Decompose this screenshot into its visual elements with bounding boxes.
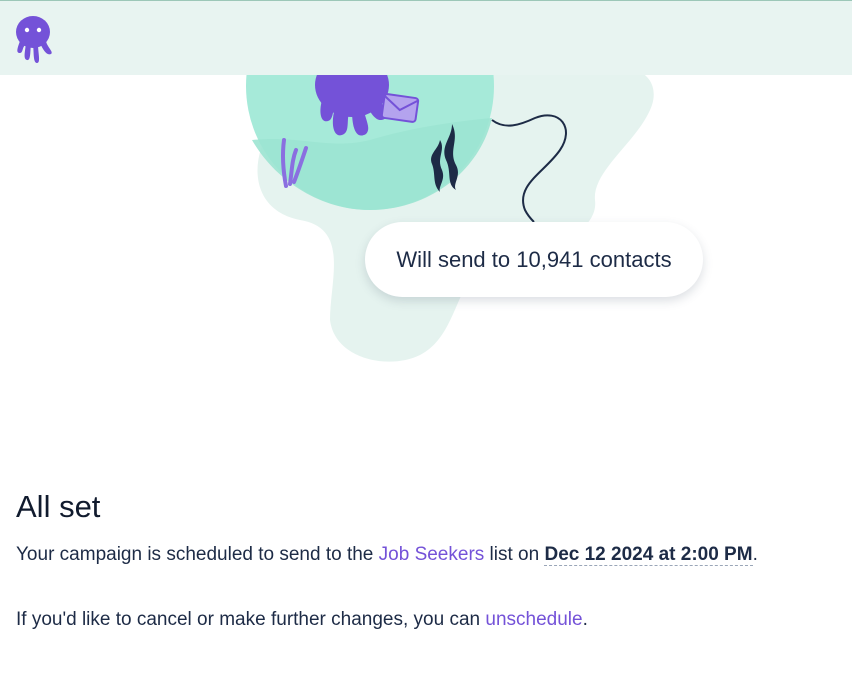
schedule-summary: Your campaign is scheduled to send to th… [16, 544, 758, 566]
unschedule-hint-prefix: If you'd like to cancel or make further … [16, 609, 486, 630]
contacts-count-text: Will send to 10,941 contacts [396, 246, 672, 272]
list-link-job-seekers[interactable]: Job Seekers [379, 544, 485, 565]
unschedule-hint-suffix: . [582, 609, 588, 630]
unschedule-hint: If you'd like to cancel or make further … [16, 609, 588, 631]
unschedule-link[interactable]: unschedule [485, 609, 582, 630]
scheduled-date[interactable]: Dec 12 2024 at 2:00 PM [544, 544, 753, 566]
schedule-summary-suffix: . [752, 544, 758, 565]
schedule-summary-middle: list on [484, 544, 545, 565]
schedule-summary-prefix: Your campaign is scheduled to send to th… [16, 544, 379, 565]
envelope-icon [380, 93, 420, 123]
contacts-count-bubble: Will send to 10,941 contacts [365, 222, 703, 297]
top-bar [0, 0, 852, 75]
octopus-logo-icon[interactable] [14, 15, 54, 67]
page-title: All set [16, 489, 101, 524]
